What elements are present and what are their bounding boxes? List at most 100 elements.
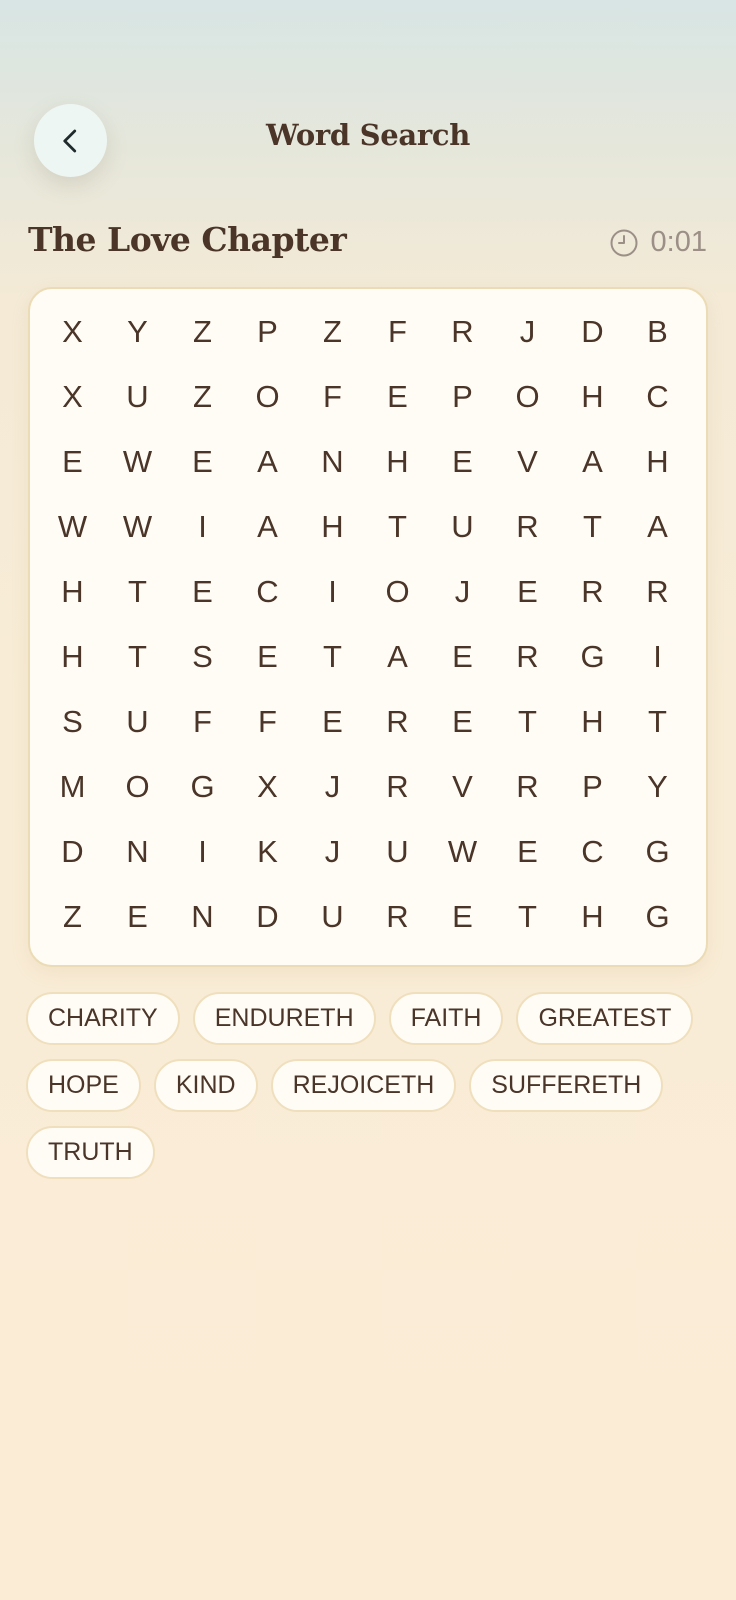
- grid-cell[interactable]: Y: [625, 754, 690, 819]
- grid-cell[interactable]: A: [235, 429, 300, 494]
- grid-cell[interactable]: R: [625, 559, 690, 624]
- grid-cell[interactable]: P: [235, 299, 300, 364]
- grid-cell[interactable]: H: [300, 494, 365, 559]
- grid-cell[interactable]: J: [430, 559, 495, 624]
- grid-cell[interactable]: T: [300, 624, 365, 689]
- grid-cell[interactable]: U: [300, 884, 365, 949]
- grid-cell[interactable]: T: [105, 559, 170, 624]
- grid-cell[interactable]: E: [300, 689, 365, 754]
- grid-cell[interactable]: C: [625, 364, 690, 429]
- grid-cell[interactable]: R: [495, 624, 560, 689]
- grid-cell[interactable]: F: [235, 689, 300, 754]
- grid-cell[interactable]: N: [300, 429, 365, 494]
- grid-cell[interactable]: B: [625, 299, 690, 364]
- grid-cell[interactable]: D: [40, 819, 105, 884]
- grid-cell[interactable]: H: [560, 884, 625, 949]
- grid-cell[interactable]: J: [495, 299, 560, 364]
- grid-cell[interactable]: X: [40, 299, 105, 364]
- grid-cell[interactable]: I: [300, 559, 365, 624]
- grid-cell[interactable]: C: [560, 819, 625, 884]
- grid-cell[interactable]: V: [495, 429, 560, 494]
- grid-cell[interactable]: H: [365, 429, 430, 494]
- grid-cell[interactable]: W: [105, 429, 170, 494]
- grid-cell[interactable]: H: [560, 364, 625, 429]
- grid-cell[interactable]: U: [105, 689, 170, 754]
- grid-cell[interactable]: G: [625, 819, 690, 884]
- grid-cell[interactable]: S: [170, 624, 235, 689]
- grid-cell[interactable]: T: [365, 494, 430, 559]
- grid-cell[interactable]: X: [40, 364, 105, 429]
- grid-cell[interactable]: R: [365, 689, 430, 754]
- grid-cell[interactable]: E: [365, 364, 430, 429]
- grid-cell[interactable]: E: [430, 624, 495, 689]
- grid-cell[interactable]: E: [495, 819, 560, 884]
- grid-cell[interactable]: D: [235, 884, 300, 949]
- grid-cell[interactable]: Z: [170, 299, 235, 364]
- grid-cell[interactable]: K: [235, 819, 300, 884]
- grid-cell[interactable]: W: [105, 494, 170, 559]
- grid-cell[interactable]: F: [365, 299, 430, 364]
- grid-cell[interactable]: T: [105, 624, 170, 689]
- letter-grid[interactable]: XYZPZFRJDBXUZOFEPOHCEWEANHEVAHWWIAHTURTA…: [40, 299, 690, 949]
- grid-cell[interactable]: E: [235, 624, 300, 689]
- grid-cell[interactable]: U: [105, 364, 170, 429]
- grid-cell[interactable]: A: [235, 494, 300, 559]
- grid-cell[interactable]: P: [430, 364, 495, 429]
- grid-cell[interactable]: R: [495, 754, 560, 819]
- grid-cell[interactable]: R: [560, 559, 625, 624]
- grid-cell[interactable]: V: [430, 754, 495, 819]
- grid-cell[interactable]: H: [625, 429, 690, 494]
- grid-cell[interactable]: E: [495, 559, 560, 624]
- grid-cell[interactable]: T: [560, 494, 625, 559]
- grid-cell[interactable]: S: [40, 689, 105, 754]
- grid-cell[interactable]: O: [365, 559, 430, 624]
- grid-cell[interactable]: N: [170, 884, 235, 949]
- grid-cell[interactable]: R: [365, 884, 430, 949]
- grid-cell[interactable]: Z: [170, 364, 235, 429]
- grid-cell[interactable]: W: [40, 494, 105, 559]
- grid-cell[interactable]: E: [40, 429, 105, 494]
- grid-cell[interactable]: O: [235, 364, 300, 429]
- grid-cell[interactable]: W: [430, 819, 495, 884]
- grid-cell[interactable]: E: [430, 689, 495, 754]
- grid-cell[interactable]: C: [235, 559, 300, 624]
- grid-cell[interactable]: F: [300, 364, 365, 429]
- grid-cell[interactable]: Z: [300, 299, 365, 364]
- grid-cell[interactable]: T: [625, 689, 690, 754]
- grid-cell[interactable]: G: [170, 754, 235, 819]
- grid-cell[interactable]: G: [560, 624, 625, 689]
- grid-cell[interactable]: O: [495, 364, 560, 429]
- grid-cell[interactable]: J: [300, 819, 365, 884]
- grid-cell[interactable]: H: [560, 689, 625, 754]
- grid-cell[interactable]: E: [430, 884, 495, 949]
- grid-cell[interactable]: E: [170, 429, 235, 494]
- grid-cell[interactable]: G: [625, 884, 690, 949]
- grid-cell[interactable]: R: [430, 299, 495, 364]
- grid-cell[interactable]: O: [105, 754, 170, 819]
- grid-cell[interactable]: U: [430, 494, 495, 559]
- grid-cell[interactable]: E: [170, 559, 235, 624]
- grid-cell[interactable]: X: [235, 754, 300, 819]
- grid-cell[interactable]: I: [170, 819, 235, 884]
- grid-cell[interactable]: J: [300, 754, 365, 819]
- grid-cell[interactable]: T: [495, 689, 560, 754]
- grid-cell[interactable]: A: [560, 429, 625, 494]
- grid-cell[interactable]: I: [170, 494, 235, 559]
- grid-cell[interactable]: F: [170, 689, 235, 754]
- grid-cell[interactable]: I: [625, 624, 690, 689]
- grid-cell[interactable]: H: [40, 559, 105, 624]
- grid-cell[interactable]: N: [105, 819, 170, 884]
- grid-cell[interactable]: R: [365, 754, 430, 819]
- grid-cell[interactable]: H: [40, 624, 105, 689]
- grid-cell[interactable]: D: [560, 299, 625, 364]
- grid-cell[interactable]: A: [365, 624, 430, 689]
- grid-cell[interactable]: M: [40, 754, 105, 819]
- grid-cell[interactable]: A: [625, 494, 690, 559]
- grid-cell[interactable]: Y: [105, 299, 170, 364]
- grid-cell[interactable]: U: [365, 819, 430, 884]
- grid-cell[interactable]: R: [495, 494, 560, 559]
- grid-cell[interactable]: P: [560, 754, 625, 819]
- grid-cell[interactable]: E: [430, 429, 495, 494]
- grid-cell[interactable]: T: [495, 884, 560, 949]
- grid-cell[interactable]: E: [105, 884, 170, 949]
